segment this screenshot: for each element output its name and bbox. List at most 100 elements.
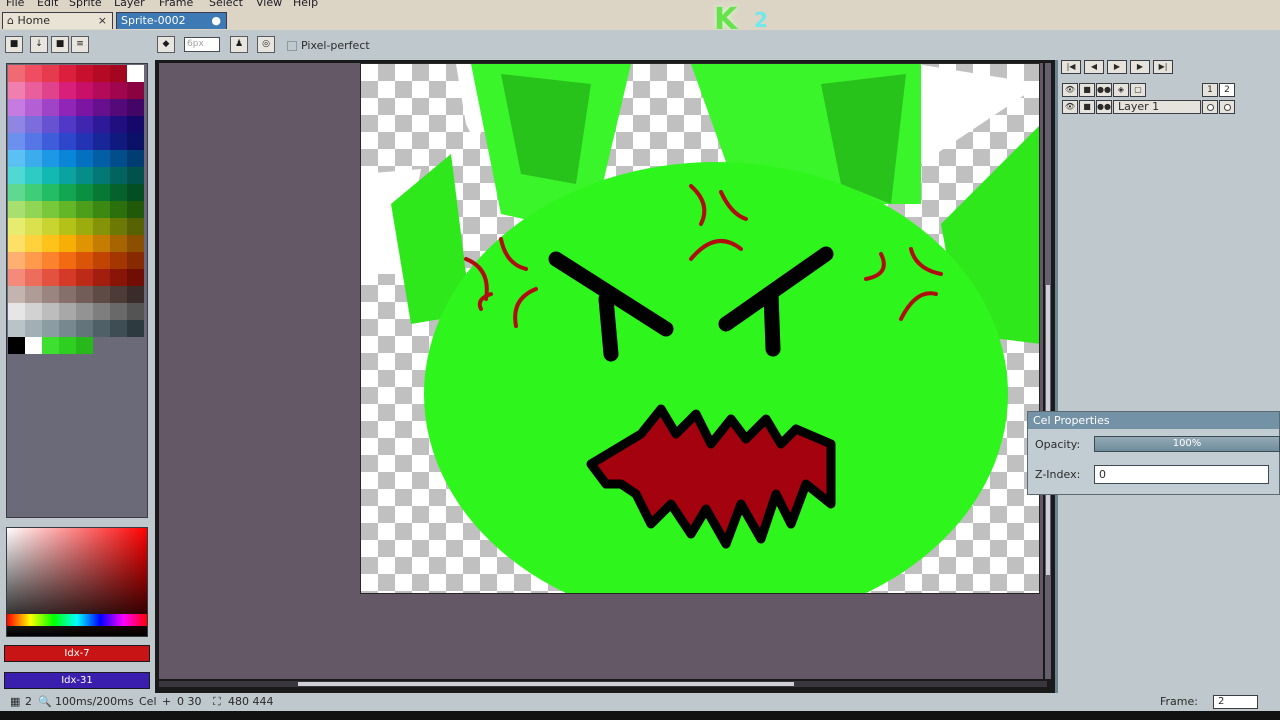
frame-input[interactable]: 2 xyxy=(1213,695,1258,709)
menu-frame[interactable]: Frame xyxy=(159,0,193,9)
palette-swatch[interactable] xyxy=(42,303,59,320)
palette-swatch[interactable] xyxy=(25,252,42,269)
palette-swatch[interactable] xyxy=(76,286,93,303)
palette-swatch[interactable] xyxy=(8,235,25,252)
palette-swatch[interactable] xyxy=(25,167,42,184)
palette-swatch[interactable] xyxy=(8,65,25,82)
palette-swatch[interactable] xyxy=(59,252,76,269)
palette-swatch[interactable] xyxy=(76,269,93,286)
visibility-header-icon[interactable]: 👁 xyxy=(1062,83,1078,97)
palette-swatch[interactable] xyxy=(25,218,42,235)
continuous-header-icon[interactable]: ●● xyxy=(1096,83,1112,97)
palette-swatch[interactable] xyxy=(8,116,25,133)
palette-swatch[interactable] xyxy=(59,303,76,320)
palette-swatch[interactable] xyxy=(59,133,76,150)
palette-swatch[interactable] xyxy=(76,184,93,201)
palette-swatch[interactable] xyxy=(110,269,127,286)
palette-swatch[interactable] xyxy=(8,167,25,184)
palette-swatch[interactable] xyxy=(42,82,59,99)
palette-swatch[interactable] xyxy=(127,184,144,201)
palette-swatch[interactable] xyxy=(42,235,59,252)
palette-swatch[interactable] xyxy=(59,167,76,184)
palette-swatch[interactable] xyxy=(93,150,110,167)
palette-swatch[interactable] xyxy=(59,201,76,218)
palette-swatch[interactable] xyxy=(8,252,25,269)
pixel-perfect-checkbox[interactable] xyxy=(287,41,297,51)
palette-swatch[interactable] xyxy=(8,133,25,150)
palette-swatch[interactable] xyxy=(42,99,59,116)
palette-swatch[interactable] xyxy=(127,82,144,99)
palette-swatch[interactable] xyxy=(76,133,93,150)
brush-size-input[interactable]: 6px xyxy=(184,37,220,52)
palette-swatch[interactable] xyxy=(76,303,93,320)
palette-swatch[interactable] xyxy=(110,218,127,235)
palette-swatch[interactable] xyxy=(127,320,144,337)
palette-swatch[interactable] xyxy=(93,337,110,354)
sprite-canvas[interactable] xyxy=(360,63,1040,594)
palette-swatch[interactable] xyxy=(8,320,25,337)
lock-icon[interactable]: ■ xyxy=(5,36,23,53)
palette-swatch[interactable] xyxy=(127,150,144,167)
layer-options-icon[interactable]: ◈ xyxy=(1113,83,1129,97)
palette-swatch[interactable] xyxy=(110,235,127,252)
palette-swatch[interactable] xyxy=(8,82,25,99)
palette-swatch[interactable] xyxy=(76,65,93,82)
palette-swatch[interactable] xyxy=(76,337,93,354)
next-frame-icon[interactable]: ▶ xyxy=(1130,60,1150,74)
palette-swatch[interactable] xyxy=(42,65,59,82)
tab-sprite[interactable]: Sprite-0002 ● xyxy=(116,12,227,29)
palette-swatch[interactable] xyxy=(59,337,76,354)
palette-swatch[interactable] xyxy=(127,116,144,133)
previous-frame-icon[interactable]: ◀ xyxy=(1084,60,1104,74)
palette-swatch[interactable] xyxy=(8,303,25,320)
palette-swatch[interactable] xyxy=(59,286,76,303)
palette-swatch[interactable] xyxy=(93,286,110,303)
palette-swatch[interactable] xyxy=(110,337,127,354)
color-palette[interactable] xyxy=(8,65,144,388)
layer-name[interactable]: Layer 1 xyxy=(1113,100,1201,114)
palette-swatch[interactable] xyxy=(76,252,93,269)
first-frame-icon[interactable]: |◀ xyxy=(1061,60,1081,74)
palette-swatch[interactable] xyxy=(76,235,93,252)
fill-icon[interactable]: ■ xyxy=(51,36,69,53)
palette-swatch[interactable] xyxy=(93,269,110,286)
palette-swatch[interactable] xyxy=(127,286,144,303)
palette-swatch[interactable] xyxy=(59,150,76,167)
palette-swatch[interactable] xyxy=(25,286,42,303)
palette-swatch[interactable] xyxy=(42,116,59,133)
menu-sprite[interactable]: Sprite xyxy=(69,0,102,9)
palette-swatch[interactable] xyxy=(110,286,127,303)
menu-help[interactable]: Help xyxy=(293,0,318,9)
frame-number-1[interactable]: 1 xyxy=(1202,83,1218,97)
cel-frame-2[interactable] xyxy=(1219,100,1235,114)
palette-swatch[interactable] xyxy=(8,99,25,116)
palette-swatch[interactable] xyxy=(25,133,42,150)
continuous-layer-icon[interactable]: ●● xyxy=(1096,100,1112,114)
palette-swatch[interactable] xyxy=(25,65,42,82)
modified-dot-icon[interactable]: ● xyxy=(211,14,221,27)
palette-swatch[interactable] xyxy=(42,269,59,286)
palette-swatch[interactable] xyxy=(42,201,59,218)
palette-swatch[interactable] xyxy=(110,201,127,218)
palette-swatch[interactable] xyxy=(25,337,42,354)
palette-swatch[interactable] xyxy=(42,218,59,235)
menu-icon[interactable]: ≡ xyxy=(71,36,89,53)
tab-home[interactable]: ⌂ Home × xyxy=(2,12,113,29)
palette-swatch[interactable] xyxy=(127,65,144,82)
palette-swatch[interactable] xyxy=(127,269,144,286)
palette-swatch[interactable] xyxy=(127,235,144,252)
palette-swatch[interactable] xyxy=(25,150,42,167)
palette-swatch[interactable] xyxy=(59,218,76,235)
palette-swatch[interactable] xyxy=(127,167,144,184)
palette-swatch[interactable] xyxy=(76,167,93,184)
palette-swatch[interactable] xyxy=(59,65,76,82)
menu-select[interactable]: Select xyxy=(209,0,243,9)
play-icon[interactable]: ▶ xyxy=(1107,60,1127,74)
palette-swatch[interactable] xyxy=(93,303,110,320)
palette-swatch[interactable] xyxy=(93,252,110,269)
palette-swatch[interactable] xyxy=(25,116,42,133)
palette-swatch[interactable] xyxy=(127,303,144,320)
palette-swatch[interactable] xyxy=(25,303,42,320)
palette-swatch[interactable] xyxy=(76,82,93,99)
background-color-button[interactable]: Idx-31 xyxy=(4,672,150,689)
